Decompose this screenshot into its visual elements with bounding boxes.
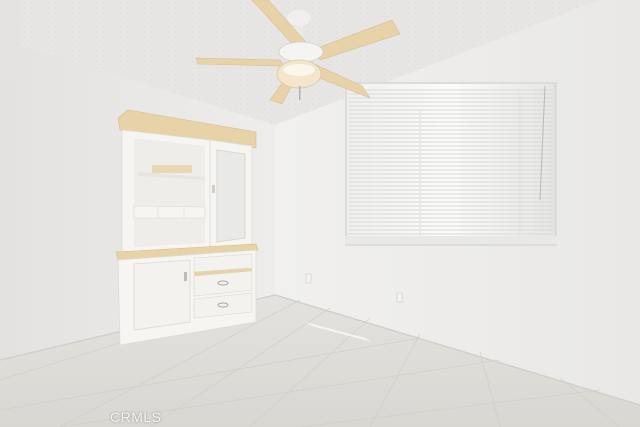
wall-outlet xyxy=(305,273,312,284)
window-blinds xyxy=(345,82,557,246)
wall-outlet xyxy=(396,292,403,303)
room-illustration xyxy=(0,0,640,427)
watermark: CRMLS xyxy=(110,409,162,425)
hutch-cabinet xyxy=(115,109,259,346)
room-photo: CRMLS xyxy=(0,0,640,427)
